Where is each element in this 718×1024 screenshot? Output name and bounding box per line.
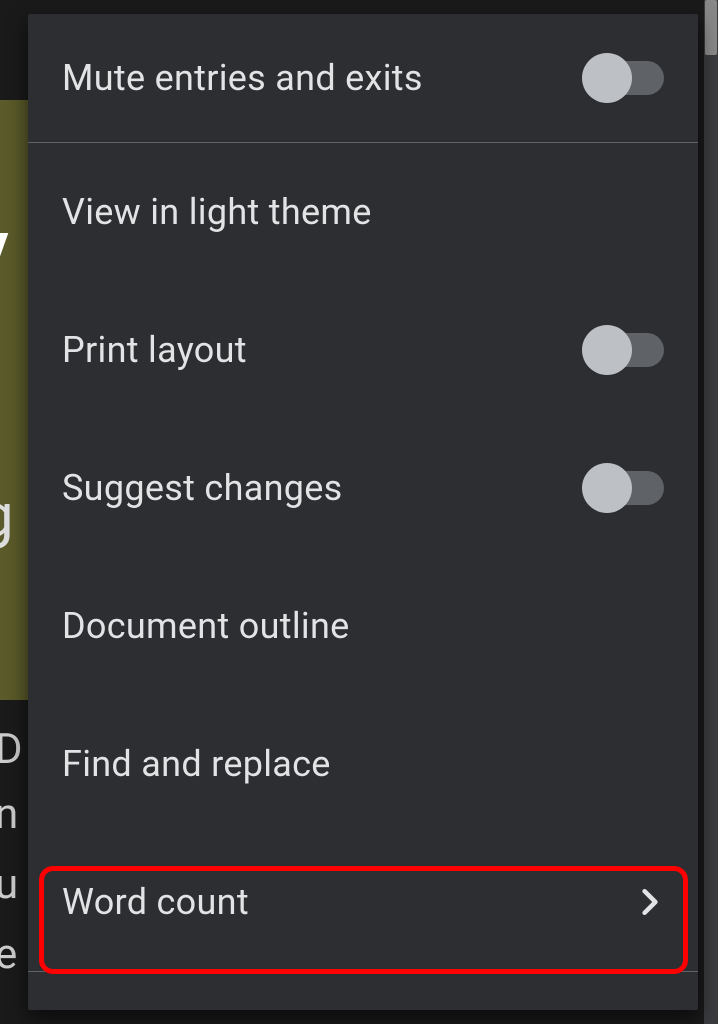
chevron-right-icon (636, 888, 664, 916)
menu-item-label: Mute entries and exits (62, 57, 423, 99)
bg-text-fragment: D (0, 725, 23, 774)
menu-item-label: Word count (62, 881, 249, 923)
bg-text-fragment: n (0, 790, 18, 839)
menu-item-find-replace[interactable]: Find and replace (28, 695, 698, 833)
menu-item-suggest-changes[interactable]: Suggest changes (28, 419, 698, 557)
menu-item-word-count[interactable]: Word count (28, 833, 698, 971)
menu-item-view-light-theme[interactable]: View in light theme (28, 143, 698, 281)
toggle-thumb (582, 53, 632, 103)
toggle-mute-entries-exits[interactable] (586, 61, 664, 95)
menu-item-label: Print layout (62, 329, 247, 371)
menu-item-print-layout[interactable]: Print layout (28, 281, 698, 419)
menu-item-label: Find and replace (62, 743, 331, 785)
menu-item-mute-entries-exits[interactable]: Mute entries and exits (28, 14, 698, 142)
bg-text-fragment: g (0, 480, 14, 551)
bg-colored-region (0, 100, 30, 700)
bg-text-fragment: e (0, 930, 17, 979)
scrollbar-track[interactable] (704, 0, 718, 1024)
toggle-thumb (582, 325, 632, 375)
toggle-thumb (582, 463, 632, 513)
menu-item-document-outline[interactable]: Document outline (28, 557, 698, 695)
menu-item-label: Document outline (62, 605, 350, 647)
menu-item-label: Suggest changes (62, 467, 343, 509)
toggle-suggest-changes[interactable] (586, 471, 664, 505)
menu-item-label: View in light theme (62, 191, 372, 233)
menu-divider (28, 971, 698, 972)
bg-text-fragment: u (0, 860, 18, 909)
bg-text-fragment: V (0, 220, 9, 291)
toggle-print-layout[interactable] (586, 333, 664, 367)
scrollbar-thumb[interactable] (705, 0, 717, 55)
options-menu: Mute entries and exits View in light the… (28, 14, 698, 1010)
